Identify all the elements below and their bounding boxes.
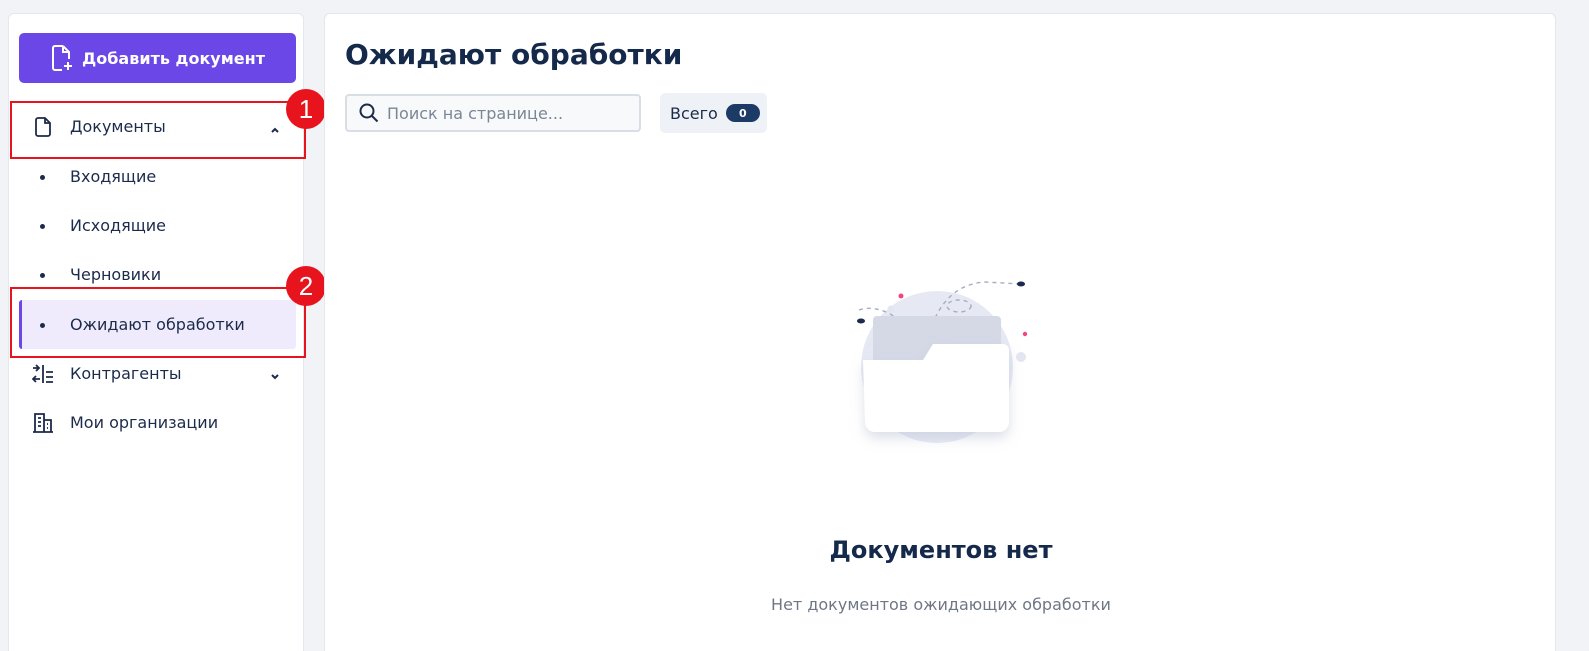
bullet — [40, 175, 45, 180]
building-icon — [31, 412, 55, 433]
annotation-box-2 — [10, 287, 306, 358]
sidebar-item-my-organizations[interactable]: Мои организации — [19, 398, 296, 447]
search-icon — [359, 103, 379, 123]
empty-state-subtitle: Нет документов ожидающих обработки — [771, 595, 1111, 614]
add-document-label: Добавить документ — [82, 48, 265, 68]
search-input[interactable] — [387, 103, 627, 123]
sidebar-item-outgoing[interactable]: Исходящие — [19, 201, 296, 250]
add-file-icon — [52, 45, 73, 71]
sidebar-item-my-organizations-label: Мои организации — [70, 413, 219, 432]
add-document-button[interactable]: Добавить документ — [19, 33, 296, 83]
annotation-badge-1: 1 — [286, 89, 326, 129]
total-label: Всего — [670, 103, 718, 123]
bullet — [40, 273, 45, 278]
sidebar-item-drafts-label: Черновики — [70, 265, 162, 284]
page-title: Ожидают обработки — [345, 38, 683, 71]
total-count-badge: 0 — [725, 104, 760, 122]
bullet — [40, 224, 45, 229]
chevron-down-icon[interactable] — [270, 366, 280, 385]
total-chip[interactable]: Всего 0 — [660, 93, 767, 133]
empty-state-title: Документов нет — [829, 536, 1053, 564]
main-content: Ожидают обработки Всего 0 Документов нет… — [324, 13, 1556, 651]
empty-folder-illustration — [857, 281, 1028, 443]
sidebar-item-incoming[interactable]: Входящие — [19, 152, 296, 201]
sidebar-item-incoming-label: Входящие — [70, 167, 157, 186]
sidebar-item-contractors-label: Контрагенты — [70, 364, 182, 383]
sidebar-item-outgoing-label: Исходящие — [70, 216, 167, 235]
search-box[interactable] — [345, 94, 641, 132]
annotation-badge-2: 2 — [286, 266, 326, 306]
contractors-icon — [31, 363, 55, 384]
annotation-box-1 — [10, 101, 306, 159]
